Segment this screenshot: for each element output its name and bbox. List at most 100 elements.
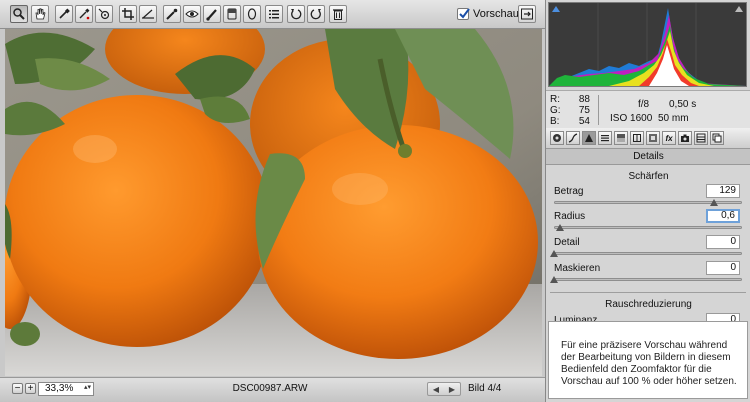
fullscreen-button[interactable] [518, 5, 536, 23]
graduated-filter-button[interactable] [223, 5, 241, 23]
b-label: B: [550, 116, 560, 127]
split-toning-icon [617, 134, 625, 142]
red-eye-tool-button[interactable] [183, 5, 201, 23]
crop-tool-button[interactable] [119, 5, 137, 23]
spot-removal-icon [166, 8, 178, 20]
tab-details[interactable] [582, 131, 596, 145]
amount-slider-thumb[interactable] [710, 199, 719, 206]
brush-icon [206, 9, 217, 21]
masking-slider-track[interactable] [554, 278, 742, 281]
amount-field[interactable]: 129 [706, 184, 740, 198]
adjustment-brush-button[interactable] [203, 5, 221, 23]
panel-title: Details [546, 149, 750, 165]
radius-field[interactable]: 0,6 [706, 209, 740, 223]
pixel-readout: R: 88 G: 75 B: 54 f/8 0,50 s ISO 1600 50… [546, 90, 750, 130]
tab-presets[interactable] [694, 131, 708, 145]
rotate-left-button[interactable] [287, 5, 305, 23]
effects-icon [649, 134, 657, 142]
preview-label[interactable]: Vorschau [473, 8, 519, 20]
trash-button[interactable] [329, 5, 347, 23]
g-label: G: [550, 105, 561, 116]
preferences-button[interactable] [265, 5, 283, 23]
aperture-icon [553, 134, 561, 142]
masking-field[interactable]: 0 [706, 261, 740, 275]
radial-filter-button[interactable] [243, 5, 261, 23]
tab-hsl[interactable] [598, 131, 612, 145]
tab-lens-corrections[interactable] [630, 131, 644, 145]
spot-removal-tool-button[interactable] [163, 5, 181, 23]
radius-slider-thumb[interactable] [555, 224, 564, 231]
white-balance-tool-button[interactable] [55, 5, 73, 23]
checkmark-icon [459, 8, 470, 19]
zoom-hint-note: Für eine präzisere Vorschau während der … [548, 321, 748, 399]
radial-filter-icon [247, 8, 257, 20]
detail-field[interactable]: 0 [706, 235, 740, 249]
zoom-tool-button[interactable] [10, 5, 28, 23]
fullscreen-icon [521, 8, 533, 20]
tab-basic[interactable] [550, 131, 564, 145]
zoom-out-button[interactable]: − [12, 383, 23, 394]
radius-label: Radius [554, 211, 586, 222]
histogram-graph [549, 3, 746, 86]
rotate-right-button[interactable] [307, 5, 325, 23]
zoom-in-button[interactable]: + [25, 383, 36, 394]
image-preview[interactable] [5, 29, 542, 376]
rotate-ccw-icon [291, 9, 302, 20]
magnifier-icon [13, 8, 25, 20]
b-value: 54 [578, 116, 590, 127]
image-counter: Bild 4/4 [468, 383, 502, 394]
graduated-filter-icon [227, 8, 237, 20]
sharpening-title: Schärfen [628, 171, 669, 182]
straighten-tool-button[interactable] [139, 5, 157, 23]
tab-snapshots[interactable] [710, 131, 724, 145]
tab-camera-calibration[interactable]: fx [662, 131, 676, 145]
section-divider [550, 292, 746, 293]
highlight-clipping-icon[interactable] [735, 6, 743, 12]
hand-icon [35, 8, 46, 20]
hsl-icon [601, 135, 609, 142]
curve-icon [568, 133, 578, 143]
next-image-icon[interactable]: ▶ [449, 385, 455, 394]
detail-slider-track[interactable] [554, 252, 742, 255]
previous-image-icon[interactable]: ◀ [433, 385, 439, 394]
chevron-updown-icon: ▴▾ [84, 384, 92, 391]
color-sampler-tool-button[interactable] [75, 5, 93, 23]
red-eye-icon [185, 10, 199, 18]
shadow-clipping-icon[interactable] [552, 6, 560, 12]
panel-tabs: fx [546, 128, 750, 149]
image-navigation[interactable]: ◀ ▶ [427, 382, 461, 396]
tab-camera[interactable] [678, 131, 692, 145]
tab-tone-curve[interactable] [566, 131, 580, 145]
g-value: 75 [578, 105, 590, 116]
file-name: DSC00987.ARW [232, 383, 308, 394]
tab-effects[interactable] [646, 131, 660, 145]
fx-icon: fx [665, 133, 673, 143]
histogram [548, 2, 747, 87]
radius-slider-track[interactable] [554, 226, 742, 229]
masking-slider-thumb[interactable] [550, 276, 558, 283]
toolbar: Vorschau [0, 0, 545, 29]
readout-divider [598, 95, 599, 125]
list-icon [269, 10, 279, 19]
amount-label: Betrag [554, 186, 584, 197]
trash-icon [333, 9, 343, 20]
focal-length-value: 50 mm [658, 113, 689, 124]
crop-icon [122, 8, 134, 20]
detail-label: Detail [554, 237, 580, 248]
color-sampler-icon [79, 8, 90, 20]
shutter-value: 0,50 s [669, 99, 697, 110]
eyedropper-icon [59, 8, 70, 19]
detail-slider-thumb[interactable] [550, 250, 558, 257]
preview-checkbox[interactable] [457, 8, 470, 20]
straighten-icon [142, 9, 154, 19]
aperture-value: f/8 [638, 99, 650, 110]
right-panel: R: 88 G: 75 B: 54 f/8 0,50 s ISO 1600 50… [545, 0, 750, 402]
noise-reduction-title: Rauschreduzierung [605, 299, 692, 310]
camera-icon [681, 134, 689, 142]
tab-split-toning[interactable] [614, 131, 628, 145]
targeted-adjustment-tool-button[interactable] [95, 5, 113, 23]
hand-tool-button[interactable] [31, 5, 49, 23]
target-adjust-icon [98, 8, 110, 20]
lens-icon [633, 134, 641, 142]
snapshot-icon [712, 133, 722, 143]
